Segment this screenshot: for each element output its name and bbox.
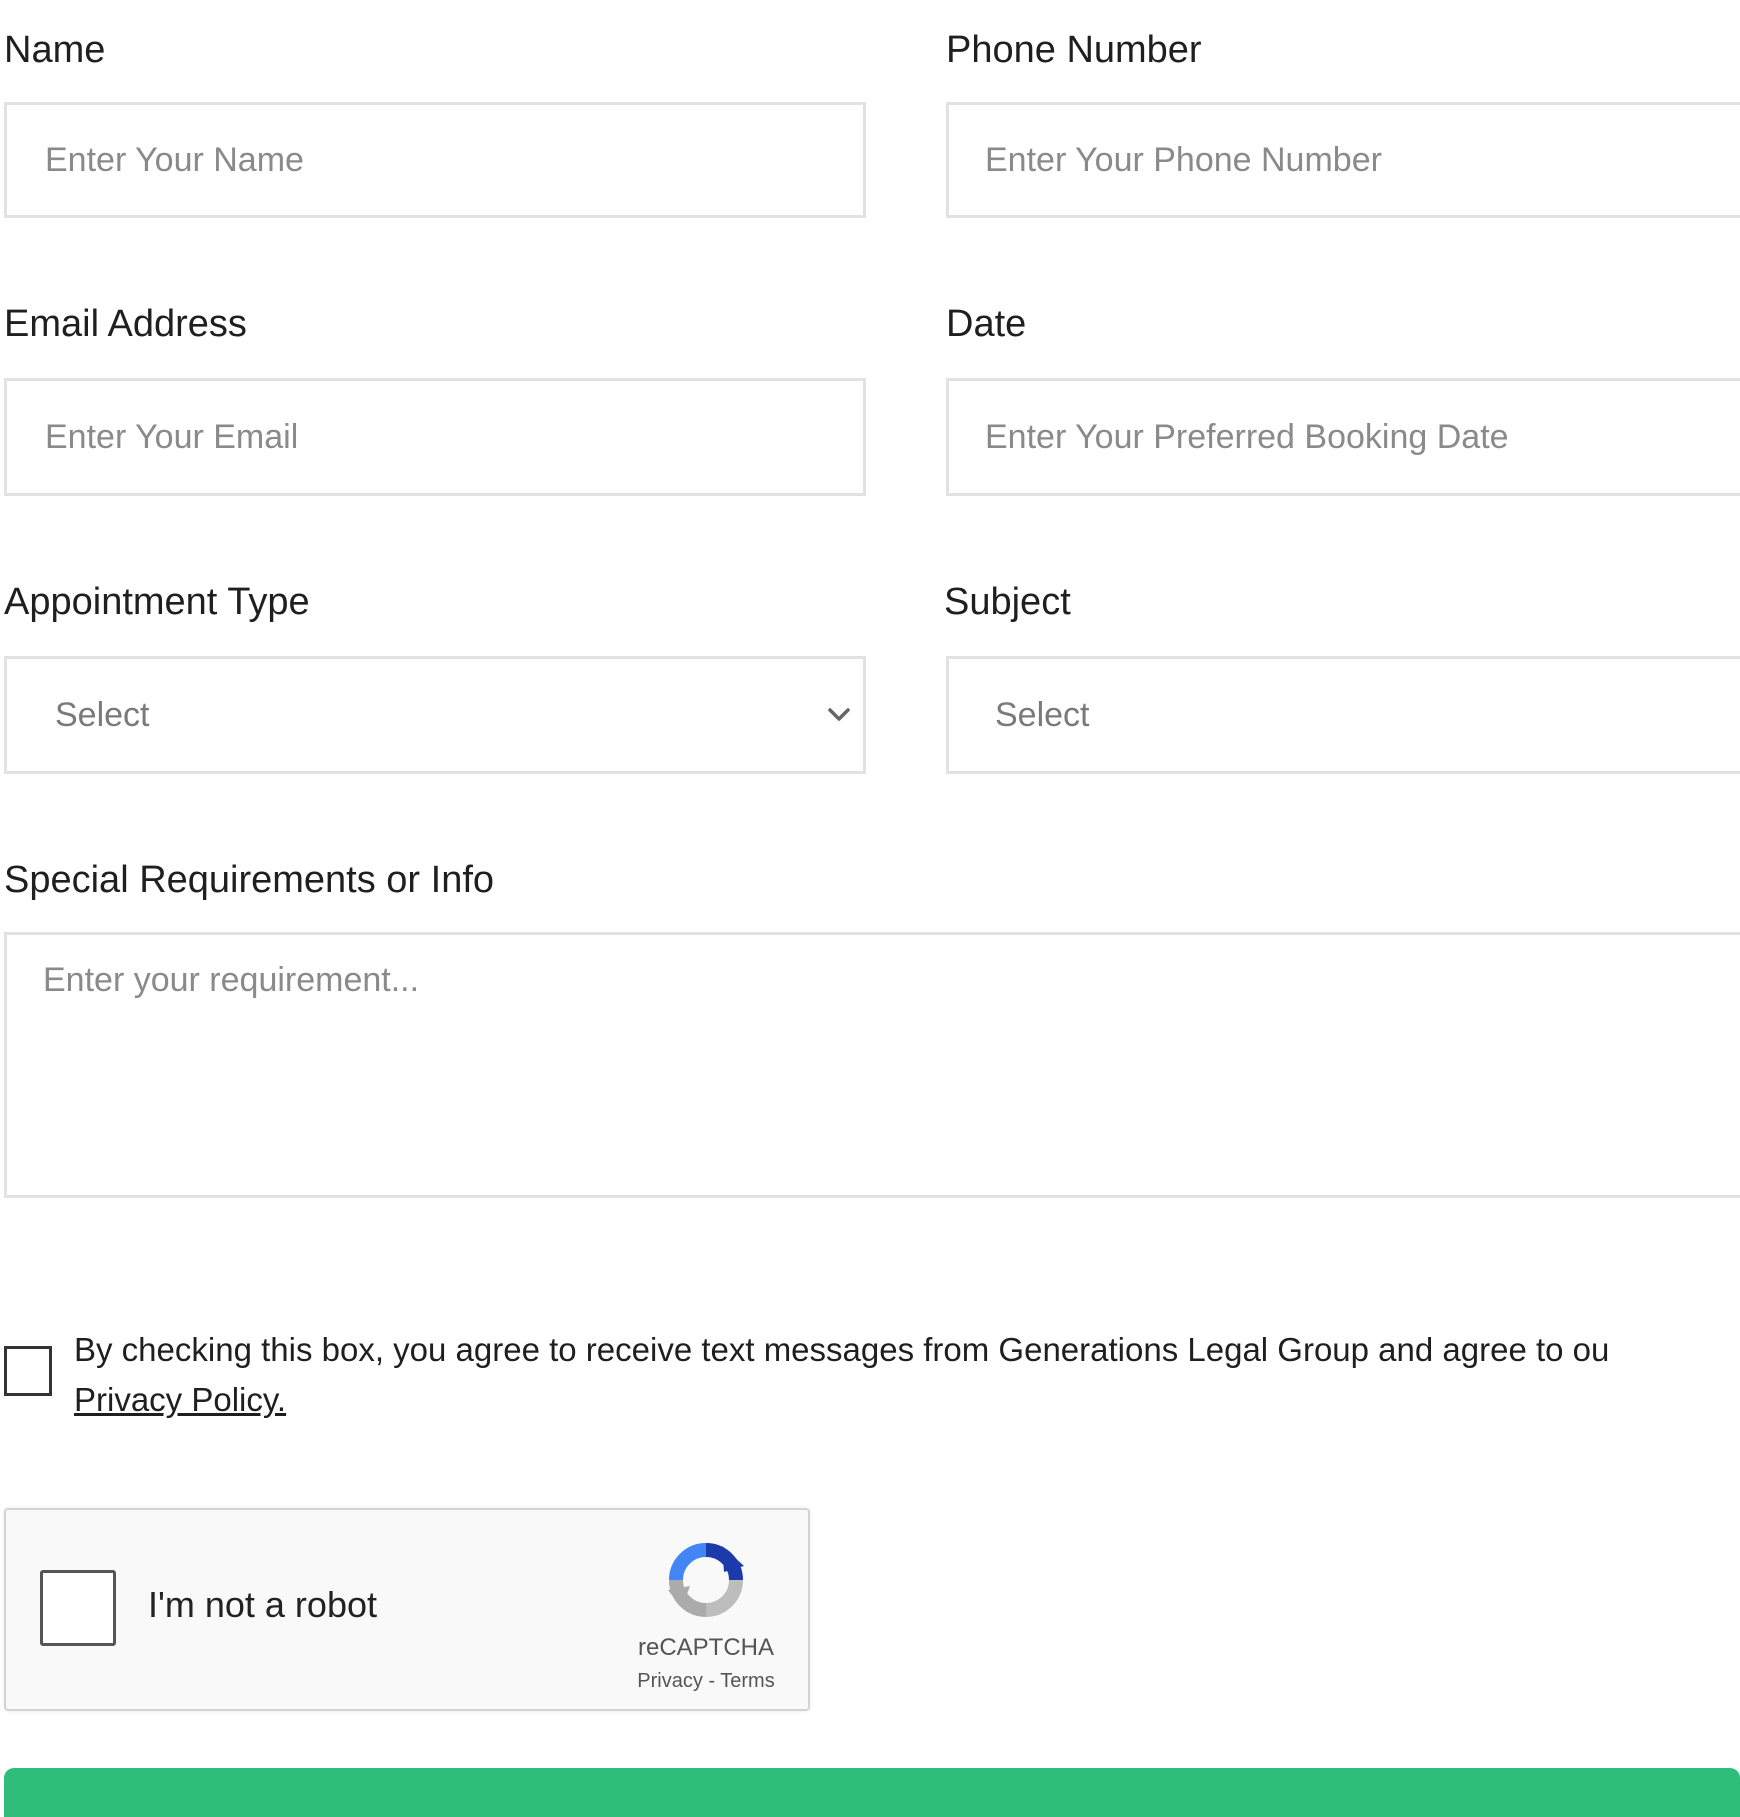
booking-form-page: Name Enter Your Name Phone Number Enter … — [0, 0, 1740, 1817]
privacy-policy-link[interactable]: Privacy Policy. — [74, 1378, 286, 1422]
sms-consent-text: By checking this box, you agree to recei… — [74, 1331, 1610, 1368]
sms-consent-checkbox[interactable] — [4, 1346, 52, 1396]
requirements-textarea[interactable]: Enter your requirement... — [4, 932, 1740, 1198]
date-label: Date — [946, 303, 1027, 345]
appointment-type-value: Select — [55, 695, 150, 734]
phone-input[interactable]: Enter Your Phone Number — [946, 102, 1740, 218]
phone-label: Phone Number — [946, 29, 1202, 71]
recaptcha-brand: reCAPTCHA — [637, 1634, 775, 1661]
name-placeholder: Enter Your Name — [45, 140, 304, 179]
recaptcha-logo-icon — [664, 1538, 748, 1622]
requirements-placeholder: Enter your requirement... — [43, 961, 420, 999]
date-placeholder: Enter Your Preferred Booking Date — [985, 417, 1509, 456]
submit-button[interactable] — [4, 1768, 1740, 1817]
chevron-down-icon — [825, 701, 853, 729]
email-label: Email Address — [4, 303, 247, 345]
appointment-type-select[interactable]: Select — [4, 656, 866, 774]
date-input[interactable]: Enter Your Preferred Booking Date — [946, 378, 1740, 496]
subject-select[interactable]: Select — [946, 656, 1740, 774]
name-input[interactable]: Enter Your Name — [4, 102, 866, 218]
recaptcha-label: I'm not a robot — [148, 1584, 377, 1625]
requirements-label: Special Requirements or Info — [4, 859, 495, 901]
phone-placeholder: Enter Your Phone Number — [985, 140, 1382, 179]
appointment-type-label: Appointment Type — [4, 581, 310, 623]
subject-label: Subject — [944, 581, 1071, 623]
recaptcha-privacy-terms-links[interactable]: Privacy - Terms — [626, 1670, 786, 1693]
recaptcha-widget: I'm not a robot reCAPTCHA Privacy - Term… — [4, 1508, 810, 1711]
subject-value: Select — [995, 695, 1090, 734]
email-input[interactable]: Enter Your Email — [4, 378, 866, 496]
name-label: Name — [4, 29, 106, 71]
recaptcha-checkbox[interactable] — [40, 1570, 116, 1646]
email-placeholder: Enter Your Email — [45, 417, 299, 456]
